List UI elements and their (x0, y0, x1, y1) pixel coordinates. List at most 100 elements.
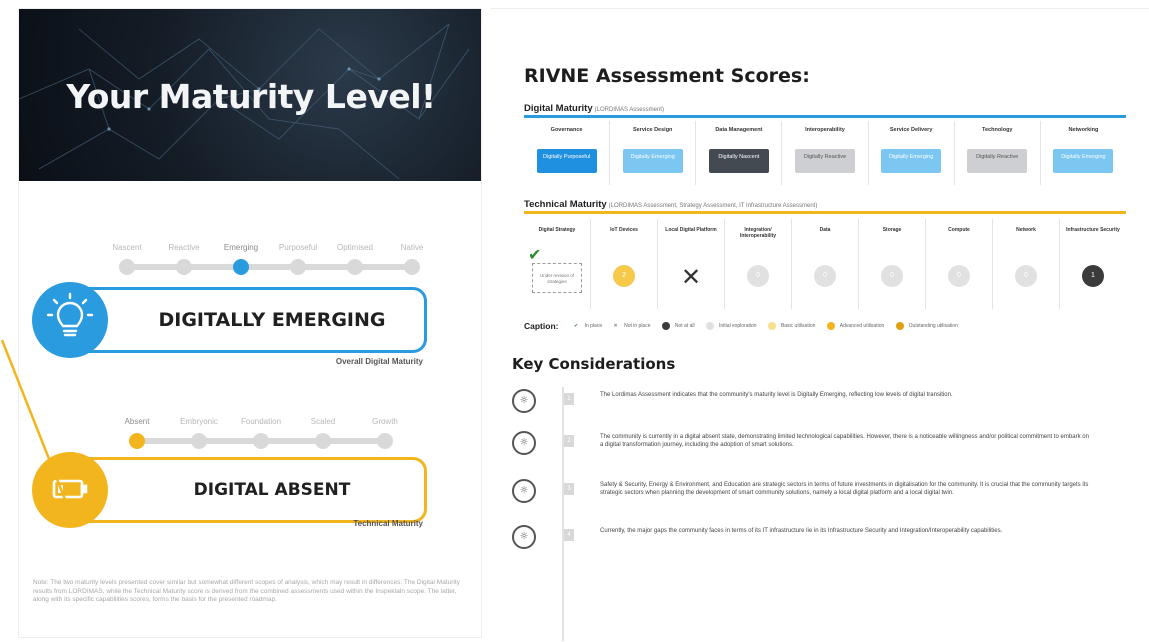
lightbulb-icon: ☼ (512, 525, 536, 549)
digital-maturity-stepper: Nascent Reactive Emerging Purposeful Opt… (97, 243, 427, 283)
technical-maturity-level: DIGITAL ABSENT (193, 480, 351, 500)
stepper-track (127, 264, 412, 270)
maturity-badge: Digitally Emerging (881, 149, 942, 173)
consideration-text: The Lordimas Assessment indicates that t… (600, 392, 953, 398)
dm-column: Technology Digitally Reactive (955, 121, 1041, 185)
score-circle: 0 (814, 265, 836, 287)
step-dot (347, 259, 363, 275)
legend-item: ✕ Not in place (613, 323, 651, 330)
dm-column: Interoperability Digitally Reactive (782, 121, 869, 185)
step-label: Purposeful (278, 243, 318, 252)
score-circle: 0 (747, 265, 769, 287)
dm-column: Service Design Digitally Emerging (610, 121, 697, 185)
lightbulb-icon: ☼ (512, 389, 536, 413)
item-number: 4 (564, 529, 574, 541)
step-dot (377, 433, 393, 449)
hero-banner: Your Maturity Level! (19, 9, 481, 181)
step-label: Foundation (240, 417, 282, 426)
tm-column: Integration/ Interoperability 0 (725, 219, 792, 309)
score-circle: 2 (613, 265, 635, 287)
x-icon: ✕ (681, 263, 702, 291)
score-circle: 0 (881, 265, 903, 287)
step-dot (253, 433, 269, 449)
circle-icon (895, 322, 904, 330)
circle-icon (826, 322, 835, 330)
score-circle: 1 (1082, 265, 1104, 287)
step-label: Embryonic (180, 417, 218, 426)
strategy-status-box: Under revision of strategies (532, 263, 582, 293)
tm-column: Storage 0 (859, 219, 926, 309)
step-label: Nascent (112, 243, 142, 252)
technical-maturity-heading: Technical Maturity (LORDIMAS Assessment, … (524, 199, 818, 210)
consideration-text: The community is currently in a digital … (600, 434, 1089, 449)
maturity-badge: Digitally Reactive (794, 149, 855, 173)
check-icon: ✔ (574, 323, 579, 330)
tm-column: Network 0 (993, 219, 1060, 309)
item-number: 2 (564, 435, 574, 447)
circle-icon (767, 322, 776, 330)
consideration-text: Currently, the major gaps the community … (600, 528, 1003, 534)
tm-column: IoT Devices 2 (591, 219, 658, 309)
assessment-scores-panel: RIVNE Assessment Scores: Digital Maturit… (490, 8, 1149, 642)
digital-maturity-caption: Overall Digital Maturity (335, 357, 423, 366)
legend-caption: Caption: ✔ In place ✕ Not in place Not a… (524, 321, 1126, 335)
consideration-text: Safety & Security, Energy & Environment,… (600, 482, 1089, 497)
score-circle: 0 (948, 265, 970, 287)
technical-maturity-stepper: Absent Embryonic Foundation Scaled Growt… (97, 417, 427, 457)
maturity-badge: Digitally Purposeful (536, 149, 597, 173)
step-label: Scaled (310, 417, 336, 426)
maturity-badge: Digitally Emerging (1053, 149, 1114, 173)
dm-column: Governance Digitally Purposeful (524, 121, 611, 185)
x-icon: ✕ (613, 323, 618, 330)
step-dot (315, 433, 331, 449)
check-icon: ✔ (528, 245, 542, 264)
lightbulb-icon: ☼ (512, 479, 536, 503)
step-label: Optimised (336, 243, 373, 252)
dm-column: Data Management Digitally Nascent (696, 121, 783, 185)
digital-maturity-level: DIGITALLY EMERGING (158, 309, 386, 331)
tm-column: Infrastructure Security 1 (1060, 219, 1126, 309)
item-number: 1 (564, 393, 574, 405)
legend-item: Basic utilisation (767, 322, 820, 330)
legend-item: Outstanding utilisation (895, 322, 963, 330)
step-dot (290, 259, 306, 275)
step-label: Reactive (168, 243, 200, 252)
maturity-badge: Digitally Nascent (708, 149, 769, 173)
legend-item: Advanced utilisation (826, 322, 889, 330)
assessment-title: RIVNE Assessment Scores: (524, 65, 810, 87)
step-label: Growth (372, 417, 398, 426)
decorative-arrow-line (0, 340, 72, 513)
dm-column: Service Delivery Digitally Emerging (869, 121, 955, 185)
lightbulb-icon: ☼ (512, 431, 536, 455)
tm-column: Local Digital Platform ✕ (658, 219, 725, 309)
legend-item: ✔ In place (574, 323, 603, 330)
maturity-badge: Digitally Emerging (622, 149, 683, 173)
technical-maturity-caption: Technical Maturity (353, 519, 423, 528)
step-dot-active (129, 433, 145, 449)
step-dot-active (233, 259, 249, 275)
item-number: 3 (564, 483, 574, 495)
timeline-line (562, 387, 564, 641)
score-circle: 0 (1015, 265, 1037, 287)
step-label: Native (400, 243, 424, 252)
tm-column: Compute 0 (926, 219, 993, 309)
legend-item: Not at all (661, 322, 700, 330)
digital-maturity-card: DIGITALLY EMERGING (32, 282, 427, 358)
technical-maturity-card: DIGITAL ABSENT (32, 452, 427, 528)
step-label-active: Emerging (223, 243, 259, 252)
digital-maturity-heading: Digital Maturity (LORDIMAS Assessment) (524, 103, 664, 114)
key-considerations-title: Key Considerations (512, 355, 676, 373)
tm-column: Data 0 (792, 219, 859, 309)
digital-maturity-divider (524, 115, 1126, 118)
circle-icon (661, 322, 670, 330)
legend-item: Initial exploration (706, 322, 762, 330)
dm-column: Networking Digitally Emerging (1041, 121, 1126, 185)
hero-title: Your Maturity Level! (66, 77, 436, 116)
tm-column: Digital Strategy ✔ Under revision of str… (524, 219, 591, 309)
step-dot (119, 259, 135, 275)
step-dot (176, 259, 192, 275)
step-label-active: Absent (124, 417, 150, 426)
step-dot (191, 433, 207, 449)
technical-maturity-table: Digital Strategy ✔ Under revision of str… (524, 219, 1126, 309)
maturity-level-panel: Your Maturity Level! Nascent Reactive Em… (18, 8, 482, 638)
